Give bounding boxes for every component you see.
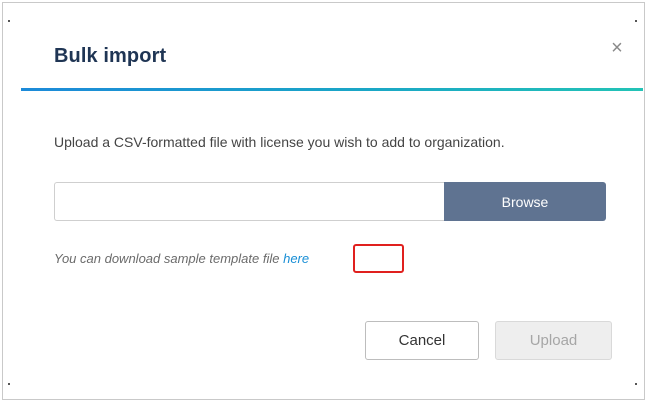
corner-mark <box>635 20 637 22</box>
link-highlight-box <box>353 244 404 273</box>
close-icon[interactable]: × <box>603 34 631 62</box>
corner-mark <box>8 383 10 385</box>
upload-description: Upload a CSV-formatted file with license… <box>54 134 505 150</box>
header-divider <box>21 88 643 91</box>
file-path-input[interactable] <box>54 182 444 221</box>
download-template-link[interactable]: here <box>283 251 309 266</box>
bulk-import-dialog: Bulk import × Upload a CSV-formatted fil… <box>2 2 645 400</box>
browse-button[interactable]: Browse <box>444 182 606 221</box>
corner-mark <box>8 20 10 22</box>
template-hint-text: You can download sample template file <box>54 251 284 266</box>
dialog-title: Bulk import <box>54 45 167 67</box>
cancel-button[interactable]: Cancel <box>365 321 479 360</box>
corner-mark <box>635 383 637 385</box>
template-hint: You can download sample template file he… <box>54 251 309 266</box>
upload-button[interactable]: Upload <box>495 321 612 360</box>
